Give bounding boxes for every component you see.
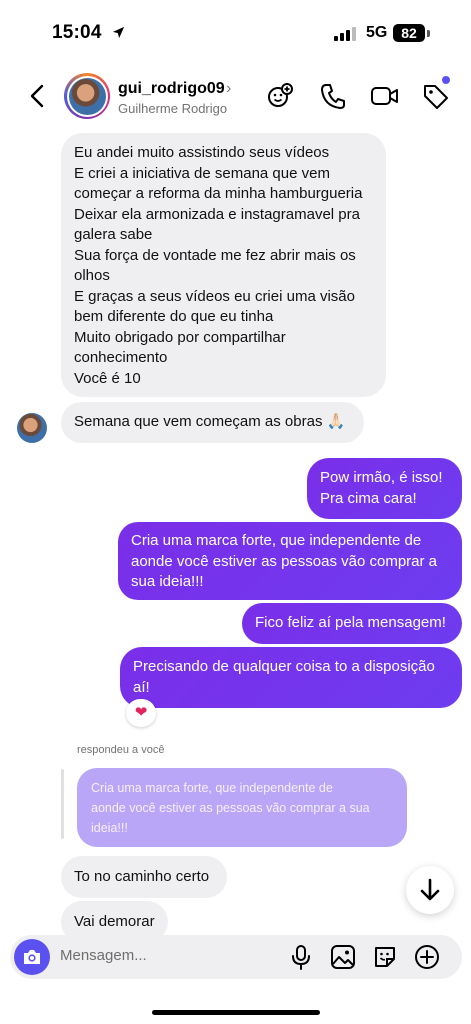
message-bubble-outgoing[interactable]: Pow irmão, é isso! Pra cima cara! [307, 458, 462, 519]
message-line: Deixar ela armonizada e instagramavel pr… [74, 205, 360, 223]
microphone-icon[interactable] [290, 944, 312, 970]
message-line: Você é 10 [74, 369, 141, 387]
avatar[interactable] [64, 73, 110, 119]
message-line: E graças a seus vídeos eu criei uma visã… [74, 287, 355, 305]
clock-text: 15:04 [52, 22, 102, 43]
message-input[interactable]: Mensagem... [60, 947, 147, 964]
chat-header: gui_rodrigo09 › Guilherme Rodrigo [0, 66, 471, 126]
camera-button[interactable] [14, 939, 50, 975]
phone-icon[interactable] [320, 82, 346, 110]
quote-line: ideia!!! [91, 821, 128, 835]
quote-line: aonde você estiver as pessoas vão compra… [91, 801, 370, 815]
quote-line: Cria uma marca forte, que independente d… [91, 781, 333, 795]
message-line: Muito obrigado por compartilhar [74, 328, 286, 346]
message-bubble-outgoing[interactable]: Cria uma marca forte, que independente d… [118, 522, 462, 600]
message-line: Fico feliz aí pela mensagem! [255, 614, 446, 631]
message-bubble-incoming[interactable]: To no caminho certo [61, 856, 227, 898]
signal-icon [334, 27, 356, 41]
chevron-left-icon[interactable] [28, 84, 48, 108]
message-line: To no caminho certo [74, 868, 210, 885]
message-bubble-outgoing[interactable]: Fico feliz aí pela mensagem! [242, 603, 462, 644]
message-line: aonde você estiver as pessoas vão compra… [131, 552, 437, 570]
message-line: Eu andei muito assistindo seus vídeos [74, 144, 330, 161]
message-line: galera sabe [74, 226, 153, 243]
heart-reaction-icon[interactable]: ❤ [126, 699, 156, 727]
message-line: Pra cima cara! [320, 489, 417, 507]
message-bubble-incoming[interactable]: Eu andei muito assistindo seus vídeos E … [61, 133, 386, 397]
reply-label: respondeu a você [77, 744, 165, 756]
sender-avatar[interactable] [17, 413, 47, 443]
battery-icon: 82 [393, 24, 425, 42]
message-bubble-incoming[interactable]: Semana que vem começam as obras 🙏🏻 [61, 402, 364, 443]
network-label: 5G [366, 24, 388, 41]
quoted-message[interactable]: Cria uma marca forte, que independente d… [77, 768, 407, 847]
avatar-image [68, 77, 106, 115]
full-name: Guilherme Rodrigo [118, 101, 228, 116]
sticker-icon[interactable] [372, 944, 398, 970]
message-line: Precisando de qualquer coisa to a dispos… [133, 658, 435, 675]
message-line: começar a reforma da minha hamburgueria [74, 185, 363, 202]
message-line: olhos [74, 267, 110, 284]
message-bubble-outgoing[interactable]: Precisando de qualquer coisa to a dispos… [120, 647, 462, 708]
status-bar: 15:04 5G 82 [0, 0, 471, 66]
notification-dot [442, 76, 450, 84]
video-icon[interactable] [370, 82, 400, 110]
message-line: Cria uma marca forte, que independente d… [131, 532, 422, 549]
message-line: Semana que vem começam as obras 🙏🏻 [74, 413, 346, 430]
status-time: 15:04 [52, 22, 126, 44]
arrow-down-icon [420, 878, 440, 901]
scroll-down-button[interactable] [406, 866, 454, 914]
quote-bar [61, 769, 64, 839]
home-indicator[interactable] [152, 1010, 320, 1015]
username[interactable]: gui_rodrigo09 [118, 80, 225, 98]
message-line: E criei a iniciativa de semana que vem [74, 164, 330, 182]
message-line: bem diferente do que eu tinha [74, 308, 274, 325]
plus-circle-icon[interactable] [414, 944, 440, 970]
message-line: sua ideia!!! [131, 573, 204, 590]
battery-tip [427, 30, 430, 37]
camera-icon [24, 950, 40, 964]
message-line: aí! [133, 678, 150, 696]
tag-icon[interactable] [422, 82, 450, 110]
message-line: conhecimento [74, 349, 168, 366]
image-icon[interactable] [330, 944, 356, 970]
message-line: Sua força de vontade me fez abrir mais o… [74, 246, 356, 264]
message-composer: Mensagem... [10, 935, 462, 979]
chevron-right-icon: › [226, 80, 232, 97]
location-arrow-icon [112, 26, 125, 39]
message-line: Vai demorar [74, 913, 155, 930]
sticker-add-icon[interactable] [266, 82, 294, 110]
message-line: Pow irmão, é isso! [320, 469, 443, 486]
